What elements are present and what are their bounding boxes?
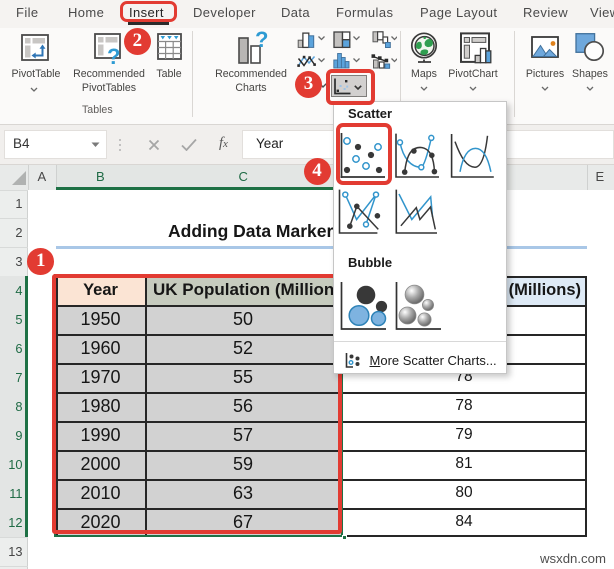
svg-text:?: ?: [107, 44, 120, 65]
svg-text:?: ?: [255, 29, 268, 52]
